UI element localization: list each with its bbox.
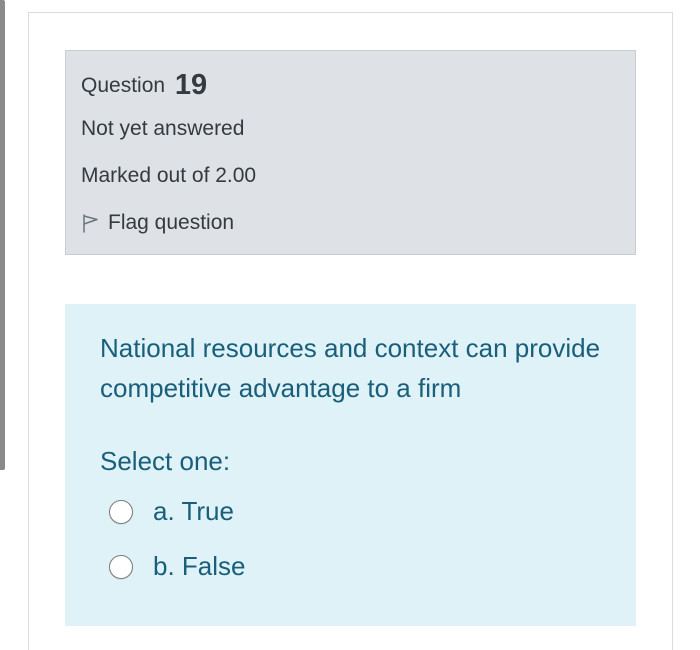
question-heading: Question 19 [81, 69, 207, 102]
quiz-page: Question 19 Not yet answered Marked out … [0, 0, 700, 650]
answer-option-true[interactable]: a. True [109, 496, 234, 527]
question-info-panel: Question 19 Not yet answered Marked out … [65, 50, 636, 255]
radio-true[interactable] [109, 499, 133, 524]
flag-icon [80, 213, 100, 233]
flag-question-link[interactable]: Flag question [80, 211, 234, 235]
scrollbar[interactable] [0, 0, 5, 470]
select-prompt: Select one: [100, 446, 231, 476]
answer-option-false[interactable]: b. False [109, 551, 246, 582]
answer-label-false: b. False [153, 551, 246, 581]
question-label: Question [81, 74, 166, 97]
answer-label-true: a. True [153, 496, 234, 526]
question-number: 19 [174, 69, 208, 101]
question-text: National resources and context can provi… [100, 333, 601, 403]
question-content: National resources and context can provi… [65, 304, 636, 626]
question-state: Not yet answered [81, 117, 245, 140]
question-grade: Marked out of 2.00 [81, 164, 257, 187]
flag-question-label: Flag question [108, 211, 235, 234]
radio-false[interactable] [109, 554, 133, 579]
